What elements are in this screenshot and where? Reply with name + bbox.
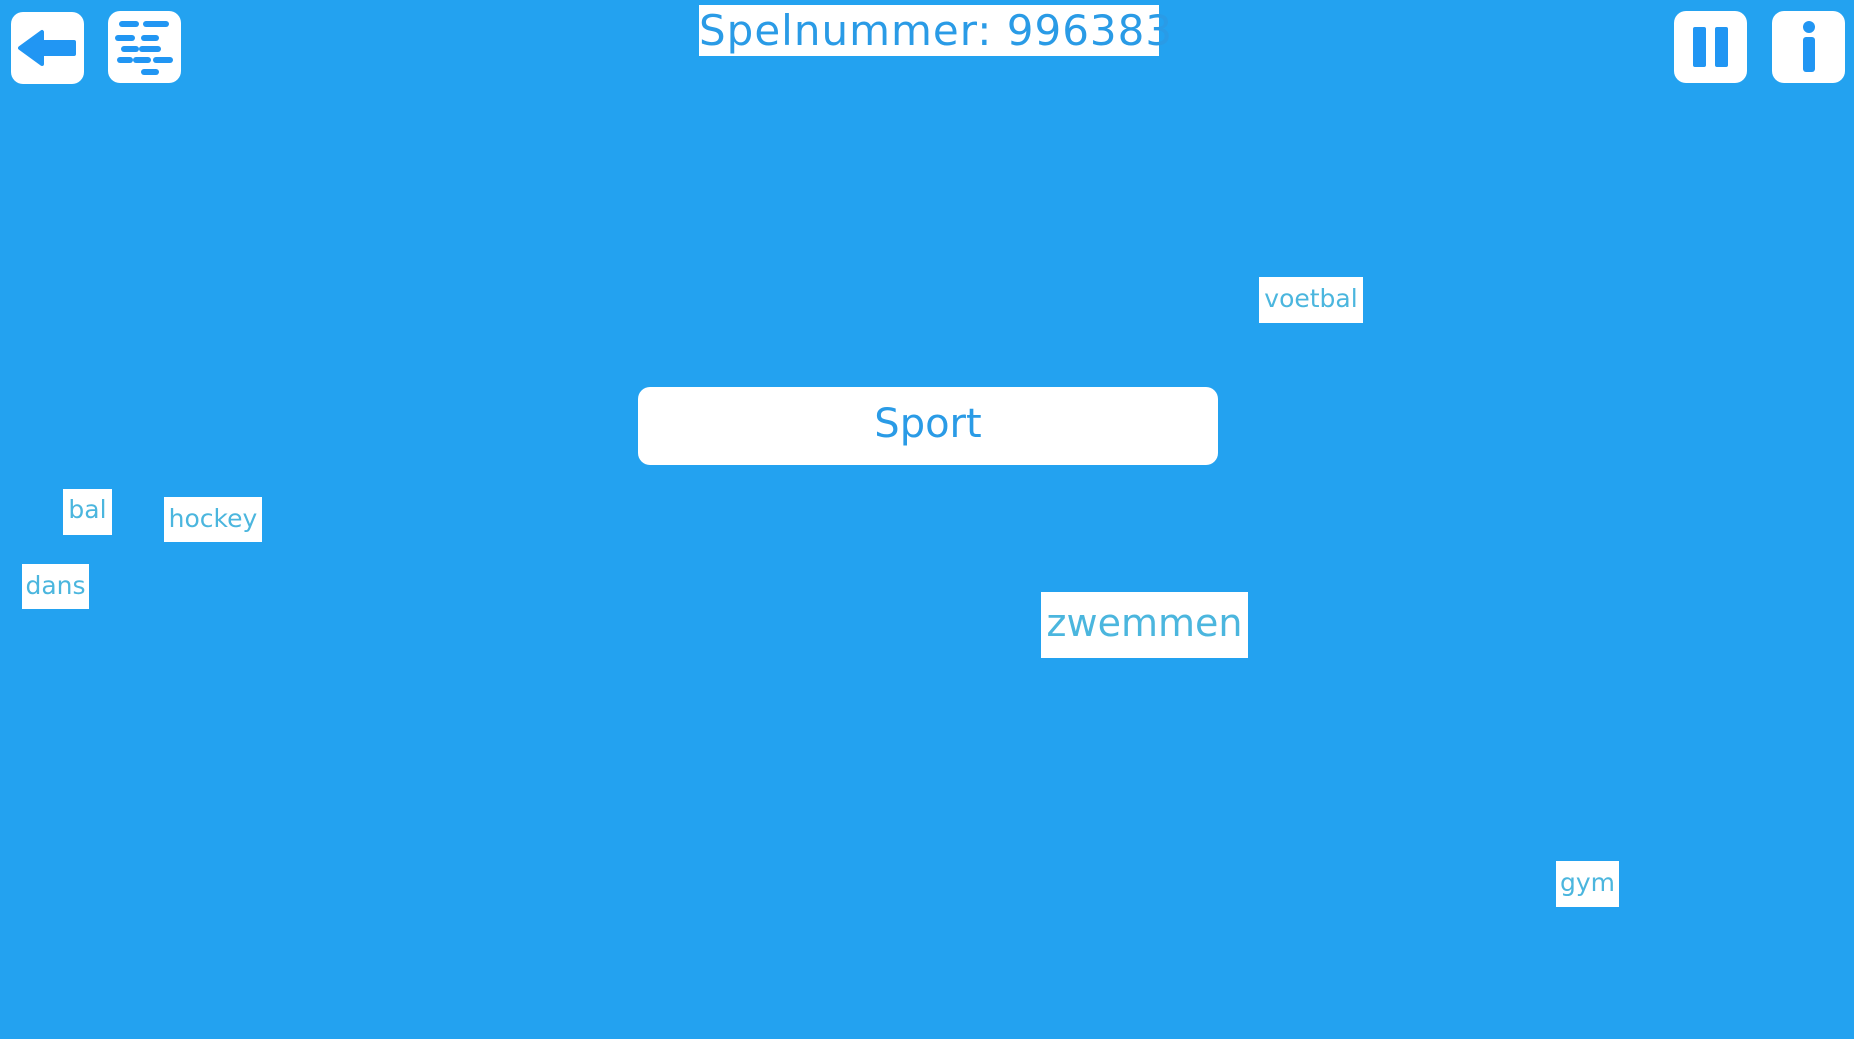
- arrow-left-icon: [17, 30, 76, 66]
- category-drop-target[interactable]: Sport: [638, 387, 1218, 465]
- category-label: Sport: [874, 401, 982, 447]
- word-list-icon: [114, 21, 173, 75]
- word-tile-bal[interactable]: bal: [63, 489, 112, 535]
- pause-icon: [1692, 27, 1728, 67]
- info-button[interactable]: [1772, 11, 1845, 83]
- word-tile-gym[interactable]: gym: [1556, 861, 1619, 907]
- pause-button[interactable]: [1674, 11, 1747, 83]
- word-tile-hockey[interactable]: hockey: [164, 497, 262, 542]
- game-number-label: Spelnummer: 996383: [699, 5, 1174, 56]
- info-icon: [1802, 21, 1815, 72]
- word-tile-voetbal[interactable]: voetbal: [1259, 277, 1363, 323]
- word-list-button[interactable]: [108, 11, 181, 83]
- word-tile-dans[interactable]: dans: [22, 564, 89, 609]
- word-tile-zwemmen[interactable]: zwemmen: [1041, 592, 1248, 658]
- back-button[interactable]: [11, 12, 84, 84]
